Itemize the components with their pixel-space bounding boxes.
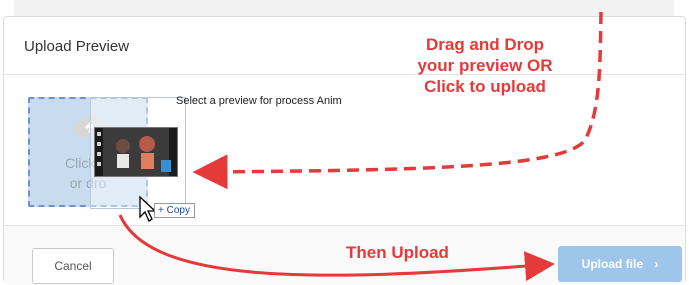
dialog-header: Upload Preview [4,17,685,75]
preview-thumbnail [94,127,178,177]
upload-preview-dialog: Upload Preview Click to or dro [3,16,686,285]
chevron-right-icon: › [654,257,659,271]
dialog-title: Upload Preview [24,38,130,55]
copy-badge: + Copy [154,203,195,218]
upload-prompt: Select a preview for process Anim [176,95,342,107]
annotation-line: Drag and Drop [425,35,545,54]
then-upload-annotation: Then Upload [346,243,449,262]
dialog-footer: Cancel Upload file › [4,225,685,285]
top-strip [14,0,674,17]
annotation-line: Click to upload [424,77,546,96]
character-thumbnail [116,136,171,172]
cancel-button[interactable]: Cancel [32,248,114,284]
drag-drop-annotation: Drag and Drop your preview OR Click to u… [400,34,570,97]
upload-file-label: Upload file [581,257,643,271]
annotation-line: your preview OR [417,56,553,75]
dialog-body: Click to or dro + Copy Select a preview … [4,75,685,225]
upload-file-button[interactable]: Upload file › [558,246,682,282]
